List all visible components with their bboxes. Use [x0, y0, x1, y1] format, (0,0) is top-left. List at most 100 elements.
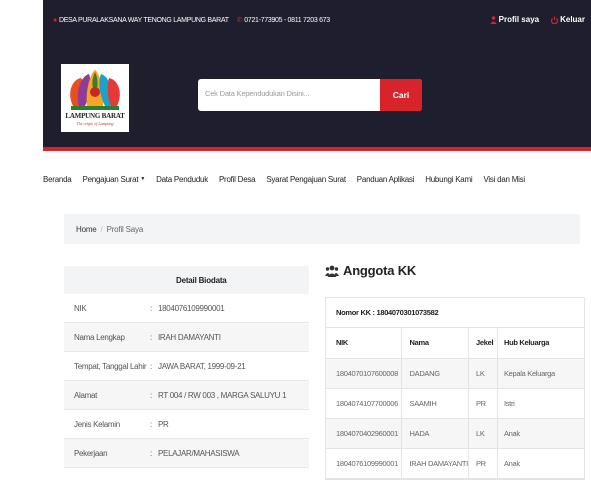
biodata-row: Jenis Kelamin : PR	[64, 410, 309, 439]
nav-item-beranda[interactable]: Beranda	[43, 175, 72, 184]
lampung-barat-emblem-icon	[70, 70, 120, 110]
colon: :	[150, 361, 152, 371]
cell-hub-keluarga: Istri	[497, 388, 584, 419]
cell-jekel: LK	[468, 358, 498, 389]
column-header-jekel: Jekel	[468, 328, 498, 359]
anggota-kk-title-text: Anggota KK	[343, 263, 417, 278]
map-marker-icon: ●	[53, 16, 57, 24]
colon: :	[150, 390, 152, 400]
biodata-row: Alamat : RT 004 / RW 003 , MARGA SALUYU …	[64, 381, 309, 410]
nomor-kk: Nomor KK : 1804070301073582	[326, 298, 584, 328]
breadcrumb-home-link[interactable]: Home	[76, 225, 97, 234]
column-header-nik: NIK	[326, 328, 402, 359]
nav-item-label: Hubungi Kami	[425, 174, 473, 184]
logout-link-label: Keluar	[560, 15, 585, 24]
biodata-value: 1804076109990001	[158, 303, 225, 313]
logo-title: LAMPUNG BARAT	[65, 112, 125, 120]
biodata-value: PELAJAR/MAHASISWA	[158, 448, 240, 458]
nav-item-label: Panduan Aplikasi	[356, 174, 415, 184]
biodata-label: NIK	[74, 303, 87, 313]
user-icon	[489, 15, 497, 24]
phone-text: 0721-773905 - 0811 7203 673	[244, 16, 330, 24]
biodata-value: RT 004 / RW 003 , MARGA SALUYU 1	[158, 390, 287, 400]
colon: :	[150, 419, 152, 429]
biodata-label: Alamat	[74, 390, 98, 400]
table-row: 1804076109990001 IRAH DAMAYANTI PR Anak	[326, 448, 584, 479]
biodata-label: Tempat, Tanggal Lahir	[74, 361, 147, 371]
nav-item-label: Data Penduduk	[156, 174, 208, 184]
cell-jekel: PR	[468, 388, 498, 419]
nav-item-label: Syarat Pengajuan Surat	[266, 174, 346, 184]
biodata-label: Jenis Kelamin	[74, 419, 120, 429]
cell-hub-keluarga: Anak	[497, 418, 584, 449]
cell-nik: 1804074107700006	[326, 388, 402, 419]
cell-nik: 1804070107600008	[326, 358, 402, 389]
biodata-label: Nama Lengkap	[74, 332, 125, 342]
cell-jekel: PR	[468, 448, 498, 479]
site-header: LAMPUNG BARAT The origin of Lampung Cari	[43, 43, 591, 151]
nav-item-label: Pengajuan Surat	[82, 174, 139, 184]
nav-item-label: Profil Desa	[218, 174, 256, 184]
column-header-nama: Nama	[401, 328, 469, 359]
breadcrumb: Home / Profil Saya	[64, 214, 580, 244]
cell-jekel: LK	[468, 418, 498, 449]
search-button[interactable]: Cari	[380, 79, 422, 111]
breadcrumb-separator: /	[100, 224, 103, 234]
column-header-hub-keluarga: Hub Keluarga	[497, 328, 584, 359]
biodata-row: Tempat, Tanggal Lahir : JAWA BARAT, 1999…	[64, 352, 309, 381]
caret-down-icon: ▼	[140, 176, 146, 182]
logo-subtitle: The origin of Lampung	[76, 121, 114, 126]
breadcrumb-current: Profil Saya	[106, 224, 144, 234]
table-row: 1804070107600008 DADANG LK Kepala Keluar…	[326, 358, 584, 389]
logout-link[interactable]: Keluar	[551, 15, 585, 24]
biodata-row: Nama Lengkap : IRAH DAMAYANTI	[64, 323, 309, 352]
biodata-row: NIK : 1804076109990001	[64, 294, 309, 323]
biodata-label: Pekerjaan	[74, 448, 108, 458]
nav-item-syarat-pengajuan-surat[interactable]: Syarat Pengajuan Surat	[266, 174, 346, 184]
anggota-kk-table: Nomor KK : 1804070301073582 NIK Nama Jek…	[325, 297, 585, 480]
biodata-value: JAWA BARAT, 1999-09-21	[158, 361, 246, 371]
anggota-kk-title: Anggota KK	[325, 263, 416, 278]
biodata-row: Pekerjaan : PELAJAR/MAHASISWA	[64, 439, 309, 468]
users-icon	[325, 265, 339, 277]
nav-item-data-penduduk[interactable]: Data Penduduk	[156, 175, 208, 184]
colon: :	[150, 332, 152, 342]
table-row: 1804074107700006 SAAMIH PR Istri	[326, 388, 584, 419]
nav-item-label: Visi dan Misi	[483, 174, 525, 184]
cell-nik: 1804076109990001	[326, 448, 402, 479]
power-icon	[551, 16, 559, 24]
nav-item-panduan-aplikasi[interactable]: Panduan Aplikasi	[356, 174, 415, 184]
nav-item-label: Beranda	[43, 174, 72, 184]
cell-nama: DADANG	[401, 358, 469, 389]
site-logo[interactable]: LAMPUNG BARAT The origin of Lampung	[61, 64, 129, 132]
table-row: 1804070402960001 HADA LK Anak	[326, 418, 584, 449]
profile-link-label: Profil saya	[498, 15, 540, 24]
kk-members-table: NIK Nama Jekel Hub Keluarga 180407010760…	[326, 328, 584, 479]
main-nav: Beranda Pengajuan Surat ▼ Data Penduduk P…	[43, 172, 536, 186]
search-input[interactable]	[205, 89, 375, 98]
biodata-heading: Detail Biodata	[64, 266, 309, 294]
cell-nama: IRAH DAMAYANTI	[401, 448, 469, 479]
phone-info: ✆ 0721-773905 - 0811 7203 673	[236, 16, 330, 25]
nav-item-visi-dan-misi[interactable]: Visi dan Misi	[483, 175, 525, 184]
phone-icon: ✆	[236, 17, 243, 24]
nav-item-hubungi-kami[interactable]: Hubungi Kami	[425, 174, 473, 184]
nav-item-pengajuan-surat[interactable]: Pengajuan Surat ▼	[83, 175, 146, 184]
nav-item-profil-desa[interactable]: Profil Desa	[218, 174, 256, 184]
biodata-table: Detail Biodata NIK : 1804076109990001 Na…	[64, 266, 309, 468]
top-bar: ● DESA PURALAKSANA WAY TENONG LAMPUNG BA…	[43, 0, 591, 43]
account-links: Profil saya Keluar	[489, 15, 585, 24]
table-header-row: NIK Nama Jekel Hub Keluarga	[326, 328, 584, 359]
colon: :	[150, 303, 152, 313]
biodata-value: PR	[158, 419, 169, 429]
cell-nama: SAAMIH	[401, 388, 469, 419]
profile-link[interactable]: Profil saya	[489, 15, 540, 24]
biodata-value: IRAH DAMAYANTI	[158, 332, 221, 342]
cell-nik: 1804070402960001	[326, 418, 402, 449]
search-bar: Cari	[198, 79, 422, 111]
cell-hub-keluarga: Kepala Keluarga	[497, 358, 584, 389]
colon: :	[150, 448, 152, 458]
cell-nama: HADA	[401, 418, 469, 449]
cell-hub-keluarga: Anak	[497, 448, 584, 479]
address-text: DESA PURALAKSANA WAY TENONG LAMPUNG BARA…	[58, 16, 229, 24]
